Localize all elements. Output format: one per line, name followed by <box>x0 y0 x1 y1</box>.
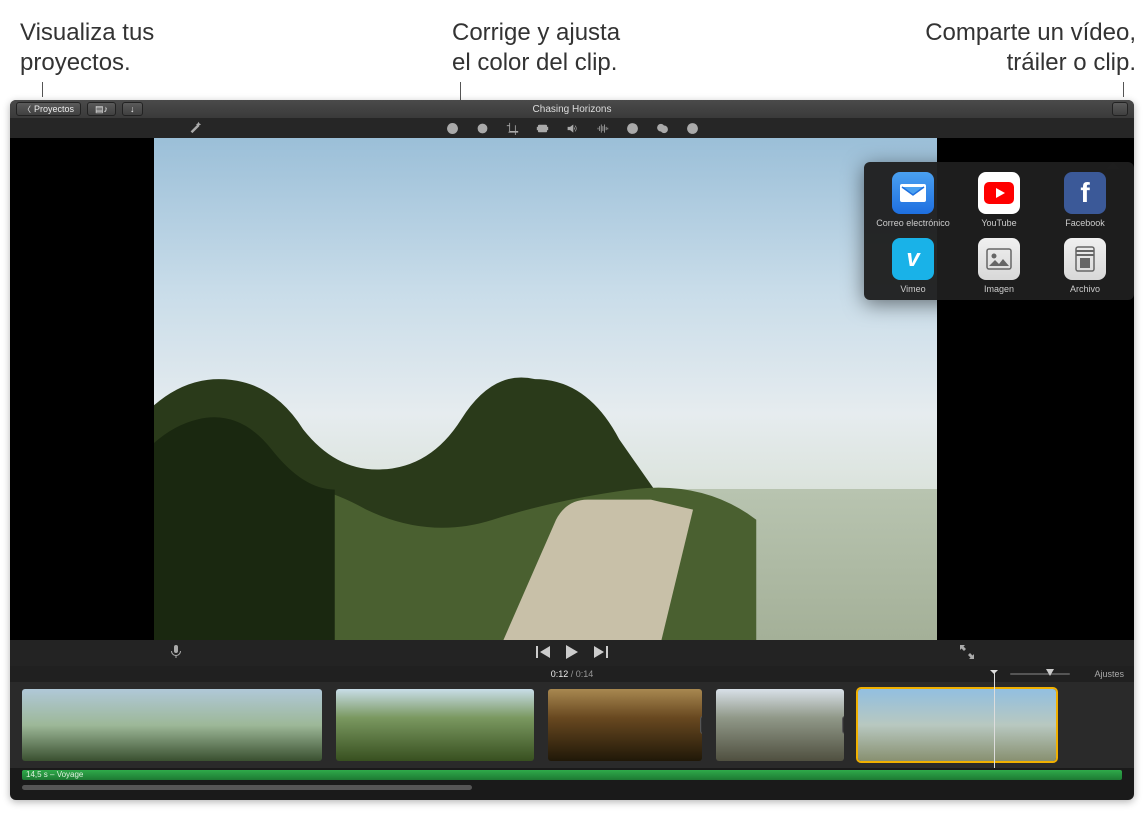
callout-line: tráiler o clip. <box>925 48 1136 78</box>
share-button[interactable] <box>1112 102 1128 116</box>
callout-line: Corrige y ajusta <box>452 18 620 48</box>
share-item-label: Vimeo <box>900 284 925 294</box>
scrollbar-thumb[interactable] <box>22 785 472 790</box>
timeline-clip[interactable]: ⊠ <box>716 689 844 761</box>
stabilize-icon[interactable] <box>535 121 549 135</box>
project-title: Chasing Horizons <box>10 104 1134 115</box>
clip-thumbnail <box>548 689 702 761</box>
transition-badge[interactable]: ⊠ <box>700 716 702 734</box>
next-frame-button[interactable] <box>594 646 608 661</box>
callout-color: Corrige y ajusta el color del clip. <box>452 18 620 78</box>
share-popover: Correo electrónico YouTube f Facebook v … <box>864 162 1134 300</box>
audio-track: 14,5 s – Voyage <box>10 768 1134 784</box>
volume-icon[interactable] <box>565 121 579 135</box>
timeline-clip[interactable] <box>336 689 534 761</box>
timecode-current: 0:12 <box>551 669 569 679</box>
voiceover-button[interactable] <box>170 645 182 662</box>
color-wheel-icon[interactable] <box>475 121 489 135</box>
clip-thumbnail <box>858 689 1056 761</box>
share-item-vimeo[interactable]: v Vimeo <box>870 238 956 294</box>
callout-projects: Visualiza tus proyectos. <box>20 18 154 78</box>
speed-icon[interactable] <box>625 121 639 135</box>
timecode-row: 0:12 / 0:14 Ajustes <box>10 666 1134 682</box>
share-item-label: Archivo <box>1070 284 1100 294</box>
adjust-toolbar <box>10 118 1134 138</box>
callout-line: el color del clip. <box>452 48 620 78</box>
import-button[interactable]: ↓ <box>122 102 143 116</box>
transition-badge[interactable]: ⊠ <box>842 716 844 734</box>
facebook-icon: f <box>1064 172 1106 214</box>
mail-icon <box>892 172 934 214</box>
callout-line: proyectos. <box>20 48 154 78</box>
download-arrow-icon: ↓ <box>130 104 135 114</box>
share-item-label: Facebook <box>1065 218 1105 228</box>
viewer: Correo electrónico YouTube f Facebook v … <box>10 138 1134 640</box>
share-item-label: Imagen <box>984 284 1014 294</box>
play-button[interactable] <box>566 645 578 662</box>
chevron-left-icon: 〈 <box>23 104 31 115</box>
share-item-file[interactable]: Archivo <box>1042 238 1128 294</box>
clip-thumbnail <box>22 689 322 761</box>
share-item-facebook[interactable]: f Facebook <box>1042 172 1128 228</box>
timeline-clip[interactable] <box>858 689 1056 761</box>
auto-enhance-button[interactable] <box>188 120 202 137</box>
settings-button[interactable]: Ajustes <box>1094 669 1124 679</box>
fullscreen-button[interactable] <box>960 645 974 662</box>
timeline[interactable]: ⊠⊠ <box>10 682 1134 768</box>
media-library-button[interactable]: ▤♪ <box>87 102 116 116</box>
callout-line: Visualiza tus <box>20 18 154 48</box>
projects-back-label: Proyectos <box>34 104 74 114</box>
crop-icon[interactable] <box>505 121 519 135</box>
color-balance-icon[interactable] <box>445 121 459 135</box>
clip-thumbnail <box>716 689 844 761</box>
clip-thumbnail <box>336 689 534 761</box>
noise-reduce-icon[interactable] <box>595 121 609 135</box>
info-icon[interactable] <box>685 121 699 135</box>
share-item-label: Correo electrónico <box>876 218 950 228</box>
callout-line: Comparte un vídeo, <box>925 18 1136 48</box>
share-item-label: YouTube <box>981 218 1016 228</box>
timecode-total: 0:14 <box>576 669 594 679</box>
projects-back-button[interactable]: 〈 Proyectos <box>16 102 81 116</box>
transport-bar <box>10 640 1134 666</box>
leader-line <box>1123 82 1124 97</box>
timeline-clip[interactable] <box>22 689 322 761</box>
zoom-slider[interactable] <box>1010 670 1070 678</box>
timeline-scrollbar[interactable] <box>10 784 1134 792</box>
leader-line <box>42 82 43 97</box>
titlebar: 〈 Proyectos ▤♪ ↓ Chasing Horizons <box>10 100 1134 118</box>
preview-frame <box>154 138 937 640</box>
filter-icon[interactable] <box>655 121 669 135</box>
share-item-mail[interactable]: Correo electrónico <box>870 172 956 228</box>
youtube-icon <box>978 172 1020 214</box>
timeline-clip[interactable]: ⊠ <box>548 689 702 761</box>
media-library-icon: ▤♪ <box>95 104 108 115</box>
timecode: 0:12 / 0:14 <box>551 669 594 679</box>
callout-share: Comparte un vídeo, tráiler o clip. <box>925 18 1136 78</box>
image-icon <box>978 238 1020 280</box>
file-icon <box>1064 238 1106 280</box>
preview-content <box>154 339 937 640</box>
share-item-image[interactable]: Imagen <box>956 238 1042 294</box>
imovie-window: 〈 Proyectos ▤♪ ↓ Chasing Horizons <box>10 100 1134 800</box>
prev-frame-button[interactable] <box>536 646 550 661</box>
vimeo-icon: v <box>892 238 934 280</box>
audio-clip[interactable]: 14,5 s – Voyage <box>22 770 1122 780</box>
share-item-youtube[interactable]: YouTube <box>956 172 1042 228</box>
